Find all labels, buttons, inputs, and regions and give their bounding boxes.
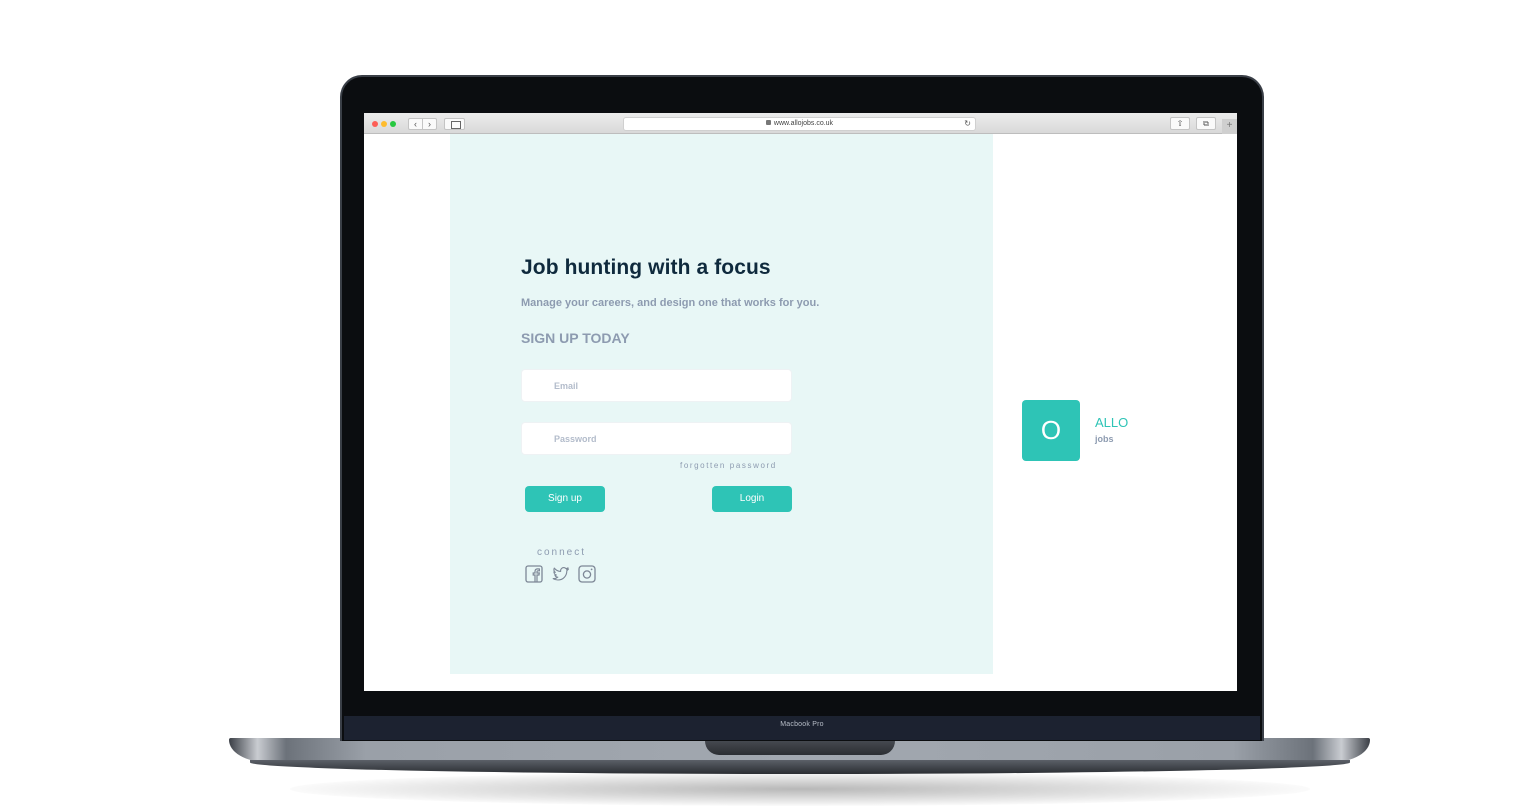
password-field[interactable]: [521, 422, 792, 455]
facebook-icon[interactable]: [525, 565, 543, 583]
logo-name: ALLO: [1095, 415, 1129, 430]
reload-icon[interactable]: ↻: [964, 119, 971, 128]
connect-label: connect: [537, 547, 587, 558]
login-button[interactable]: Login: [712, 486, 792, 512]
url-text: www.allojobs.co.uk: [773, 120, 834, 127]
signup-button[interactable]: Sign up: [525, 486, 605, 512]
twitter-icon[interactable]: [552, 565, 570, 583]
tabs-overview-icon[interactable]: ⧉: [1196, 117, 1216, 130]
address-bar-content: www.allojobs.co.uk: [624, 120, 975, 127]
device-label: Macbook Pro: [780, 721, 824, 728]
signup-panel: Job hunting with a focus Manage your car…: [450, 134, 993, 674]
close-window-button[interactable]: [372, 121, 378, 127]
chevron-left-icon[interactable]: ‹: [409, 119, 422, 129]
chevron-right-icon[interactable]: ›: [422, 119, 436, 129]
laptop-screen: ‹ › www.allojobs.co.uk ↻ ⇧ ⧉ + Job hunti…: [364, 113, 1237, 691]
page-title: Job hunting with a focus: [521, 256, 771, 279]
minimize-window-button[interactable]: [381, 121, 387, 127]
share-icon[interactable]: ⇧: [1170, 117, 1190, 130]
forgot-password-link[interactable]: forgotten password: [680, 461, 777, 470]
maximize-window-button[interactable]: [390, 121, 396, 127]
logo-tagline: jobs: [1095, 434, 1114, 444]
signup-heading: SIGN UP TODAY: [521, 330, 630, 346]
history-nav: ‹ ›: [408, 118, 437, 130]
sidebar-toggle-icon[interactable]: [444, 118, 465, 130]
new-tab-icon[interactable]: +: [1222, 119, 1237, 134]
logo-mark: O: [1022, 400, 1080, 461]
lock-icon: [765, 120, 771, 125]
laptop-chin: Macbook Pro: [344, 716, 1260, 740]
instagram-icon[interactable]: [578, 565, 596, 583]
browser-toolbar: ‹ › www.allojobs.co.uk ↻ ⇧ ⧉ +: [364, 113, 1237, 134]
laptop-shadow: [290, 772, 1310, 806]
page-subtitle: Manage your careers, and design one that…: [521, 297, 820, 309]
address-bar[interactable]: www.allojobs.co.uk ↻: [623, 117, 976, 131]
laptop-base-lip: [250, 760, 1350, 774]
email-field[interactable]: [521, 369, 792, 402]
